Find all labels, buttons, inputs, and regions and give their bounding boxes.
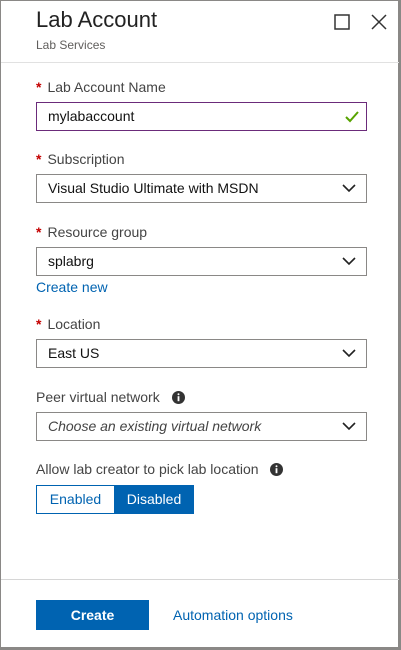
pick-location-toggle: Enabled Disabled — [36, 485, 194, 514]
chevron-down-icon — [342, 184, 356, 193]
create-new-link[interactable]: Create new — [36, 279, 108, 295]
info-icon[interactable] — [270, 462, 284, 476]
subscription-dropdown[interactable]: Visual Studio Ultimate with MSDN — [36, 174, 367, 203]
chevron-down-icon — [342, 349, 356, 358]
chevron-down-icon — [342, 257, 356, 266]
resource-group-value: splabrg — [48, 253, 94, 269]
lab-account-name-label: * Lab Account Name — [36, 79, 166, 95]
peer-virtual-network-dropdown[interactable]: Choose an existing virtual network — [36, 412, 367, 441]
lab-account-name-value: mylabaccount — [48, 108, 135, 124]
toggle-enabled-option[interactable]: Enabled — [36, 485, 115, 514]
location-dropdown[interactable]: East US — [36, 339, 367, 368]
subscription-value: Visual Studio Ultimate with MSDN — [48, 180, 259, 196]
location-label: * Location — [36, 316, 100, 332]
toggle-disabled-option[interactable]: Disabled — [114, 485, 194, 514]
resource-group-label: * Resource group — [36, 224, 147, 240]
close-icon[interactable] — [370, 13, 388, 31]
blade-title: Lab Account — [36, 7, 158, 32]
lab-account-name-input[interactable]: mylabaccount — [36, 102, 367, 131]
resource-group-dropdown[interactable]: splabrg — [36, 247, 367, 276]
lab-account-name-label-text: Lab Account Name — [47, 79, 166, 95]
subscription-label: * Subscription — [36, 151, 125, 167]
chevron-down-icon — [342, 422, 356, 431]
checkmark-icon — [345, 111, 359, 123]
required-marker: * — [36, 79, 42, 95]
location-value: East US — [48, 345, 100, 361]
lab-account-blade: Lab Account Lab Services * Lab Account Na… — [0, 0, 401, 650]
peer-virtual-network-label-text: Peer virtual network — [36, 389, 160, 405]
required-marker: * — [36, 151, 42, 167]
maximize-icon[interactable] — [333, 13, 351, 31]
peer-virtual-network-placeholder: Choose an existing virtual network — [48, 418, 262, 434]
required-marker: * — [36, 316, 42, 332]
blade-subtitle: Lab Services — [36, 38, 106, 52]
resource-group-label-text: Resource group — [47, 224, 148, 240]
peer-virtual-network-label: Peer virtual network — [36, 389, 185, 405]
required-marker: * — [36, 224, 42, 240]
pick-location-label-text: Allow lab creator to pick lab location — [36, 461, 259, 477]
subscription-label-text: Subscription — [47, 151, 125, 167]
pick-location-label: Allow lab creator to pick lab location — [36, 461, 284, 477]
automation-options-link[interactable]: Automation options — [173, 607, 293, 623]
location-label-text: Location — [47, 316, 101, 332]
blade-header: Lab Account Lab Services — [1, 1, 399, 63]
create-button[interactable]: Create — [36, 600, 149, 630]
info-icon[interactable] — [171, 390, 185, 404]
